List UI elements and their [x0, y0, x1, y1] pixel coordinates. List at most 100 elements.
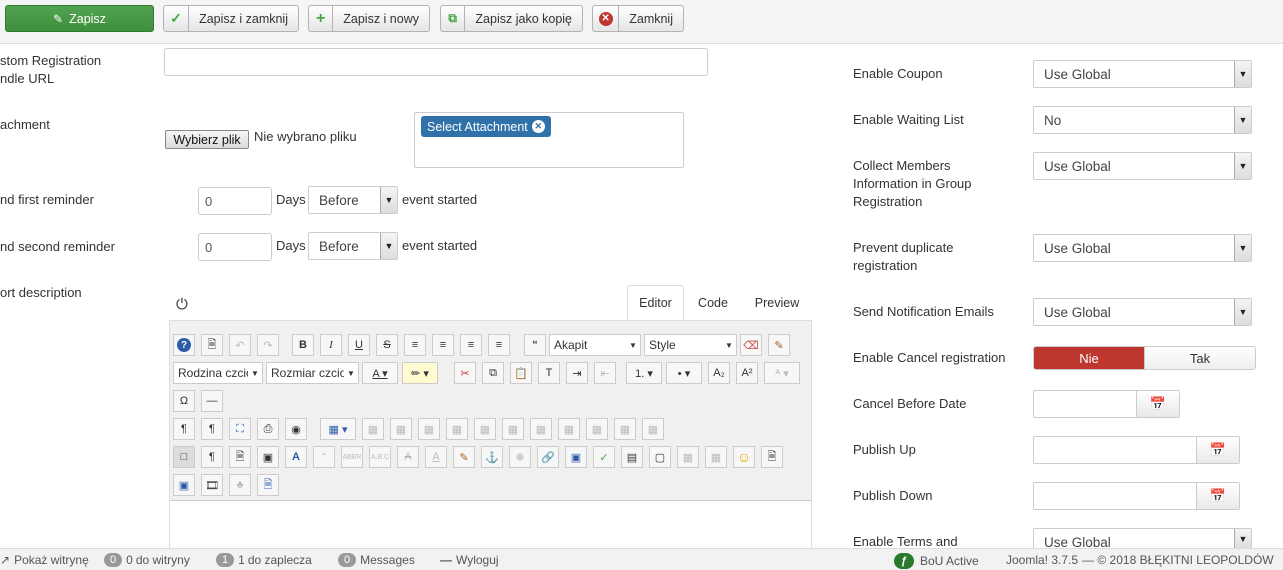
search-icon[interactable]: ◉ [285, 418, 307, 440]
delete-col-icon[interactable]: ▦ [586, 418, 608, 440]
paste-icon[interactable]: 📋 [510, 362, 532, 384]
view-site-link[interactable]: ↗ Pokaż witrynę [0, 553, 89, 567]
pdf-icon[interactable]: 🗎 [229, 446, 251, 468]
delete-row-icon[interactable]: ▦ [502, 418, 524, 440]
eraser-icon[interactable]: ⌫ [740, 334, 762, 356]
bou-active-status[interactable]: ƒ BoU Active [894, 553, 979, 569]
second-reminder-select[interactable]: Before ▼ [308, 232, 398, 260]
pilcrow-icon[interactable]: ¶ [201, 446, 223, 468]
cell-props-icon[interactable]: ▦ [418, 418, 440, 440]
remove-icon[interactable]: ✕ [531, 120, 545, 133]
underline-icon[interactable]: U [348, 334, 370, 356]
media-icon[interactable]: ▤ [621, 446, 643, 468]
undo-icon[interactable]: ↶ [229, 334, 251, 356]
cut-icon[interactable]: ✂ [454, 362, 476, 384]
insert-col-after-icon[interactable]: ▦ [558, 418, 580, 440]
bold-icon[interactable]: B [292, 334, 314, 356]
custom-registration-url-input[interactable] [164, 48, 708, 76]
toggle-yes[interactable]: Tak [1144, 347, 1255, 369]
font-family-select[interactable]: Rodzina czcionki ▼ [173, 362, 263, 384]
enable-terms-select[interactable]: Use Global ▼ [1033, 528, 1252, 550]
insert-row-before-icon[interactable]: ▦ [446, 418, 468, 440]
enable-coupon-select[interactable]: Use Global ▼ [1033, 60, 1252, 88]
publish-down-date-input[interactable]: 📅 [1033, 482, 1240, 510]
acronym-icon[interactable]: A.B.C [369, 446, 391, 468]
save-copy-button[interactable]: ⧉ Zapisz jako kopię [440, 5, 583, 32]
format-select[interactable]: Akapit ▼ [549, 334, 641, 356]
horizontal-rule-icon[interactable]: — [201, 390, 223, 412]
align-left-icon[interactable]: ≡ [460, 334, 482, 356]
admin-users-link[interactable]: 1 1 do zaplecza [216, 553, 312, 567]
insert-file-icon[interactable]: 🗎 [257, 474, 279, 496]
unordered-list-icon[interactable]: • ▾ [666, 362, 702, 384]
publish-up-date-input[interactable]: 📅 [1033, 436, 1240, 464]
collect-members-select[interactable]: Use Global ▼ [1033, 152, 1252, 180]
logout-link[interactable]: — Wyloguj [440, 553, 499, 567]
layer-icon[interactable]: ▢ [649, 446, 671, 468]
table-icon[interactable]: ▦ ▾ [320, 418, 356, 440]
del-icon[interactable]: A [397, 446, 419, 468]
second-reminder-input[interactable]: 0 [198, 233, 272, 261]
first-reminder-input[interactable]: 0 [198, 187, 272, 215]
image-icon[interactable]: ▣ [565, 446, 587, 468]
style-props-icon[interactable]: A [285, 446, 307, 468]
new-document-icon[interactable]: 🗎 [201, 334, 223, 356]
font-style-icon[interactable]: ᴬ ▾ [764, 362, 800, 384]
redo-icon[interactable]: ↷ [257, 334, 279, 356]
calendar-icon[interactable]: 📅 [1136, 391, 1179, 417]
cancel-before-date-input[interactable]: 📅 [1033, 390, 1180, 418]
send-notification-select[interactable]: Use Global ▼ [1033, 298, 1252, 326]
insert-image-icon[interactable]: ▣ [173, 474, 195, 496]
outdent-icon[interactable]: ⇤ [594, 362, 616, 384]
ordered-list-icon[interactable]: 1. ▾ [626, 362, 662, 384]
toggle-no[interactable]: Nie [1034, 347, 1144, 369]
highlight-color-icon[interactable]: ✏ ▾ [402, 362, 438, 384]
file-choose-button[interactable]: Wybierz plik [165, 130, 249, 149]
italic-icon[interactable]: I [320, 334, 342, 356]
save-button[interactable]: ✎ Zapisz [5, 5, 154, 32]
site-visitors-link[interactable]: 0 0 do witryny [104, 553, 190, 567]
insert-row-after-icon[interactable]: ▦ [474, 418, 496, 440]
text-color-icon[interactable]: A ▾ [362, 362, 398, 384]
help-icon[interactable]: ? [173, 334, 195, 356]
video-icon[interactable]: 🎞 [201, 474, 223, 496]
template-icon[interactable]: ▣ [257, 446, 279, 468]
fullscreen-icon[interactable]: ⛶ [229, 418, 251, 440]
split-cells-icon[interactable]: ▦ [614, 418, 636, 440]
style-select[interactable]: Style ▼ [644, 334, 737, 356]
omega-icon[interactable]: Ω [173, 390, 195, 412]
blockquote-icon[interactable]: “ [524, 334, 546, 356]
subscript-icon[interactable]: A₂ [708, 362, 730, 384]
save-new-button[interactable]: + Zapisz i nowy [308, 5, 430, 32]
print-icon[interactable]: ⎙ [257, 418, 279, 440]
rtl-icon[interactable]: ¶ [201, 418, 223, 440]
superscript-icon[interactable]: A² [736, 362, 758, 384]
ins-icon[interactable]: A [425, 446, 447, 468]
abbr-icon[interactable]: ABBR [341, 446, 363, 468]
link-icon[interactable]: 🔗 [537, 446, 559, 468]
save-close-button[interactable]: ✓ Zapisz i zamknij [163, 5, 299, 32]
attachment-select-box[interactable]: Select Attachment ✕ [414, 112, 684, 168]
cite-icon[interactable]: “ [313, 446, 335, 468]
move-forward-icon[interactable]: ▦ [677, 446, 699, 468]
strikethrough-icon[interactable]: S [376, 334, 398, 356]
font-size-select[interactable]: Rozmiar czcionki ▼ [266, 362, 359, 384]
ltr-icon[interactable]: ¶ [173, 418, 195, 440]
enable-waiting-select[interactable]: No ▼ [1033, 106, 1252, 134]
attribs-icon[interactable]: ✎ [453, 446, 475, 468]
calendar-icon[interactable]: 📅 [1196, 483, 1239, 509]
emoticon-icon[interactable]: ☺ [733, 446, 755, 468]
unlink-icon[interactable]: ❋ [509, 446, 531, 468]
cleanup-icon[interactable]: ✎ [768, 334, 790, 356]
prevent-duplicate-select[interactable]: Use Global ▼ [1033, 234, 1252, 262]
tab-editor[interactable]: Editor [627, 285, 684, 321]
merge-cells-icon[interactable]: ▦ [642, 418, 664, 440]
delete-table-icon[interactable]: ▦ [362, 418, 384, 440]
visual-aid-icon[interactable]: □ [173, 446, 195, 468]
indent-icon[interactable]: ⇥ [566, 362, 588, 384]
editor-toggle-icon[interactable]: ⏻ [176, 296, 188, 313]
first-reminder-select[interactable]: Before ▼ [308, 186, 398, 214]
insert-col-before-icon[interactable]: ▦ [530, 418, 552, 440]
messages-link[interactable]: 0 Messages [338, 553, 415, 567]
align-center-icon[interactable]: ≡ [432, 334, 454, 356]
